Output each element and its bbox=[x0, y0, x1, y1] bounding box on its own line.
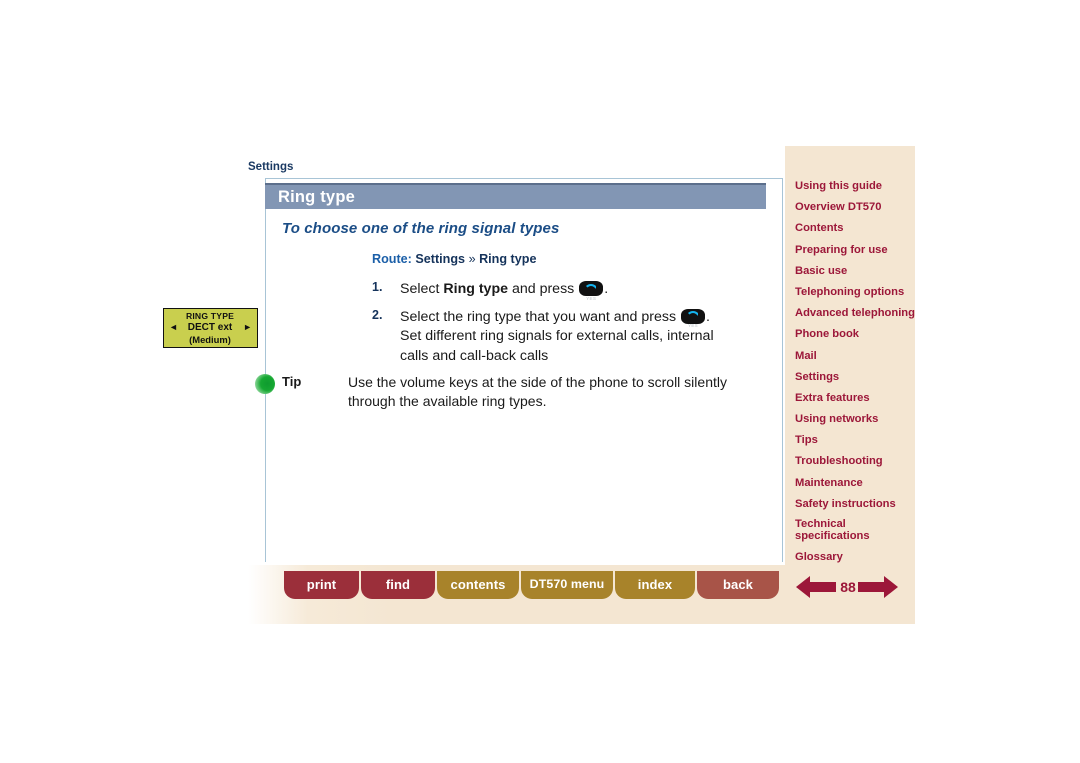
page-title-bar: Ring type bbox=[265, 183, 766, 209]
sidebar-item-preparing-for-use[interactable]: Preparing for use bbox=[795, 244, 915, 257]
sidebar-item-tips[interactable]: Tips bbox=[795, 434, 915, 447]
step2-text-end: . bbox=[705, 308, 710, 325]
sidebar-item-mail[interactable]: Mail bbox=[795, 350, 915, 363]
pager: 88 bbox=[796, 573, 898, 601]
step2-extra-line-1: Set different ring signals for external … bbox=[400, 328, 714, 344]
dt570-menu-button[interactable]: DT570 menu bbox=[521, 571, 613, 599]
sidebar-item-phone-book[interactable]: Phone book bbox=[795, 328, 915, 341]
sidebar-item-troubleshooting[interactable]: Troubleshooting bbox=[795, 455, 915, 468]
lcd-line-1: RING TYPE bbox=[185, 311, 235, 321]
step2-text-before: Select the ring type that you want and p… bbox=[400, 308, 680, 325]
document-frame: Settings Using this guide Overview DT570… bbox=[248, 146, 915, 624]
yes-key-label: YES bbox=[586, 295, 597, 301]
step-number: 2. bbox=[372, 307, 383, 322]
sidebar-item-contents[interactable]: Contents bbox=[795, 222, 915, 235]
sidebar-item-settings[interactable]: Settings bbox=[795, 371, 915, 384]
index-button[interactable]: index bbox=[615, 571, 695, 599]
sidebar-item-basic-use[interactable]: Basic use bbox=[795, 265, 915, 278]
print-button[interactable]: print bbox=[284, 571, 359, 599]
route-label: Route: bbox=[372, 252, 412, 266]
step-text: Select the ring type that you want and p… bbox=[400, 308, 762, 367]
route-path-part2: Ring type bbox=[479, 252, 537, 266]
step-text: Select Ring type and press YES. bbox=[400, 280, 762, 301]
sidebar-nav-list: Using this guide Overview DT570 Contents… bbox=[795, 180, 915, 572]
sidebar-item-technical-specifications[interactable]: Technical specifications bbox=[795, 518, 915, 542]
step1-text-after: and press bbox=[508, 281, 579, 297]
route-path-part1: Settings bbox=[415, 252, 466, 266]
route-line: Route: Settings » Ring type bbox=[372, 252, 536, 266]
lcd-right-arrow-icon: ► bbox=[243, 322, 252, 332]
list-item: 1. Select Ring type and press YES. bbox=[372, 280, 762, 301]
phone-lcd-display: RING TYPE ◄ DECT ext ► (Medium) bbox=[163, 308, 258, 348]
page-subheading: To choose one of the ring signal types bbox=[282, 220, 560, 237]
step-number: 1. bbox=[372, 280, 383, 294]
route-separator: » bbox=[468, 252, 476, 266]
tip-bullet-icon bbox=[255, 374, 275, 394]
previous-page-button[interactable] bbox=[796, 575, 836, 599]
back-button[interactable]: back bbox=[697, 571, 779, 599]
tip-line-2: through the available ring types. bbox=[348, 393, 547, 409]
instruction-steps: 1. Select Ring type and press YES. 2. Se… bbox=[372, 280, 762, 374]
list-item: 2. Select the ring type that you want an… bbox=[372, 308, 762, 367]
lcd-line-3: (Medium) bbox=[189, 334, 231, 345]
contents-button[interactable]: contents bbox=[437, 571, 519, 599]
yes-key-label: YES bbox=[687, 323, 699, 328]
tip-label: Tip bbox=[282, 374, 302, 389]
sidebar-nav-panel: Using this guide Overview DT570 Contents… bbox=[785, 146, 915, 624]
page-number: 88 bbox=[840, 579, 856, 595]
step1-bold-term: Ring type bbox=[443, 281, 509, 297]
tip-line-1: Use the volume keys at the side of the p… bbox=[348, 374, 727, 390]
step1-text-before: Select bbox=[400, 281, 444, 297]
step1-text-end: . bbox=[604, 281, 609, 297]
next-page-button[interactable] bbox=[858, 575, 898, 599]
page-title: Ring type bbox=[278, 188, 355, 206]
yes-key-icon: YES bbox=[680, 308, 705, 328]
sidebar-item-extra-features[interactable]: Extra features bbox=[795, 392, 915, 405]
left-arrow-icon bbox=[796, 576, 836, 598]
footer-bar: print find contents DT570 menu index bac… bbox=[248, 565, 915, 624]
sidebar-item-telephoning-options[interactable]: Telephoning options bbox=[795, 286, 915, 299]
sidebar-item-overview-dt570[interactable]: Overview DT570 bbox=[795, 201, 915, 214]
sidebar-item-using-networks[interactable]: Using networks bbox=[795, 413, 915, 426]
step2-extra-line-2: calls and call-back calls bbox=[400, 347, 549, 364]
sidebar-item-safety-instructions[interactable]: Safety instructions bbox=[795, 498, 915, 511]
right-arrow-icon bbox=[858, 576, 898, 598]
sidebar-item-glossary[interactable]: Glossary bbox=[795, 551, 915, 564]
breadcrumb: Settings bbox=[248, 161, 294, 173]
page-root: Settings Using this guide Overview DT570… bbox=[0, 0, 1080, 763]
sidebar-item-advanced-telephoning[interactable]: Advanced telephoning bbox=[795, 307, 915, 320]
tip-text: Use the volume keys at the side of the p… bbox=[348, 373, 748, 411]
sidebar-item-using-this-guide[interactable]: Using this guide bbox=[795, 180, 915, 193]
sidebar-item-maintenance[interactable]: Maintenance bbox=[795, 477, 915, 490]
find-button[interactable]: find bbox=[361, 571, 435, 599]
yes-key-icon: YES bbox=[579, 281, 604, 301]
